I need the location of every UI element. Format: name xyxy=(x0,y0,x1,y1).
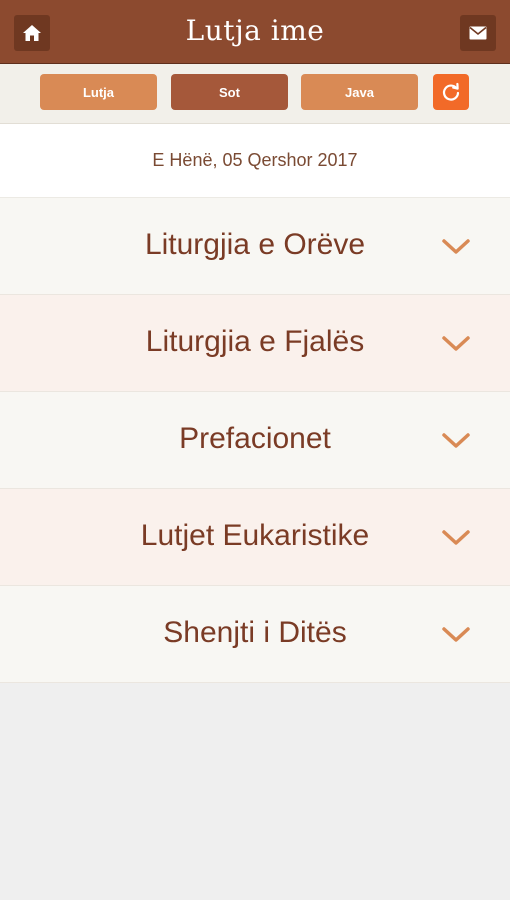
current-date: E Hënë, 05 Qershor 2017 xyxy=(0,124,510,198)
chevron-down-icon xyxy=(442,627,470,642)
refresh-icon xyxy=(442,82,460,101)
chevron-down-icon xyxy=(442,530,470,545)
app-title: Lutja ime xyxy=(185,14,325,47)
section-liturgjia-e-oreve[interactable]: Liturgjia e Orëve xyxy=(0,198,510,295)
section-prefacionet[interactable]: Prefacionet xyxy=(0,392,510,489)
mail-button[interactable] xyxy=(460,15,496,51)
section-label: Liturgjia e Orëve xyxy=(144,228,366,261)
chevron-down-icon xyxy=(442,433,470,448)
tab-bar: Lutja Sot Java xyxy=(0,64,510,124)
tab-lutja[interactable]: Lutja xyxy=(40,74,157,110)
tab-sot[interactable]: Sot xyxy=(171,74,288,110)
refresh-button[interactable] xyxy=(433,74,469,110)
section-label: Prefacionet xyxy=(179,422,331,455)
chevron-down-icon xyxy=(442,239,470,254)
section-label: Shenjti i Ditës xyxy=(163,616,347,649)
app-header: Lutja ime xyxy=(0,0,510,64)
section-shenjti-i-dites[interactable]: Shenjti i Ditës xyxy=(0,586,510,683)
section-liturgjia-e-fjales[interactable]: Liturgjia e Fjalës xyxy=(0,295,510,392)
section-label: Liturgjia e Fjalës xyxy=(145,325,365,358)
section-lutjet-eukaristike[interactable]: Lutjet Eukaristike xyxy=(0,489,510,586)
envelope-icon xyxy=(469,26,487,40)
chevron-down-icon xyxy=(442,336,470,351)
tab-java[interactable]: Java xyxy=(301,74,418,110)
section-label: Lutjet Eukaristike xyxy=(140,519,370,552)
